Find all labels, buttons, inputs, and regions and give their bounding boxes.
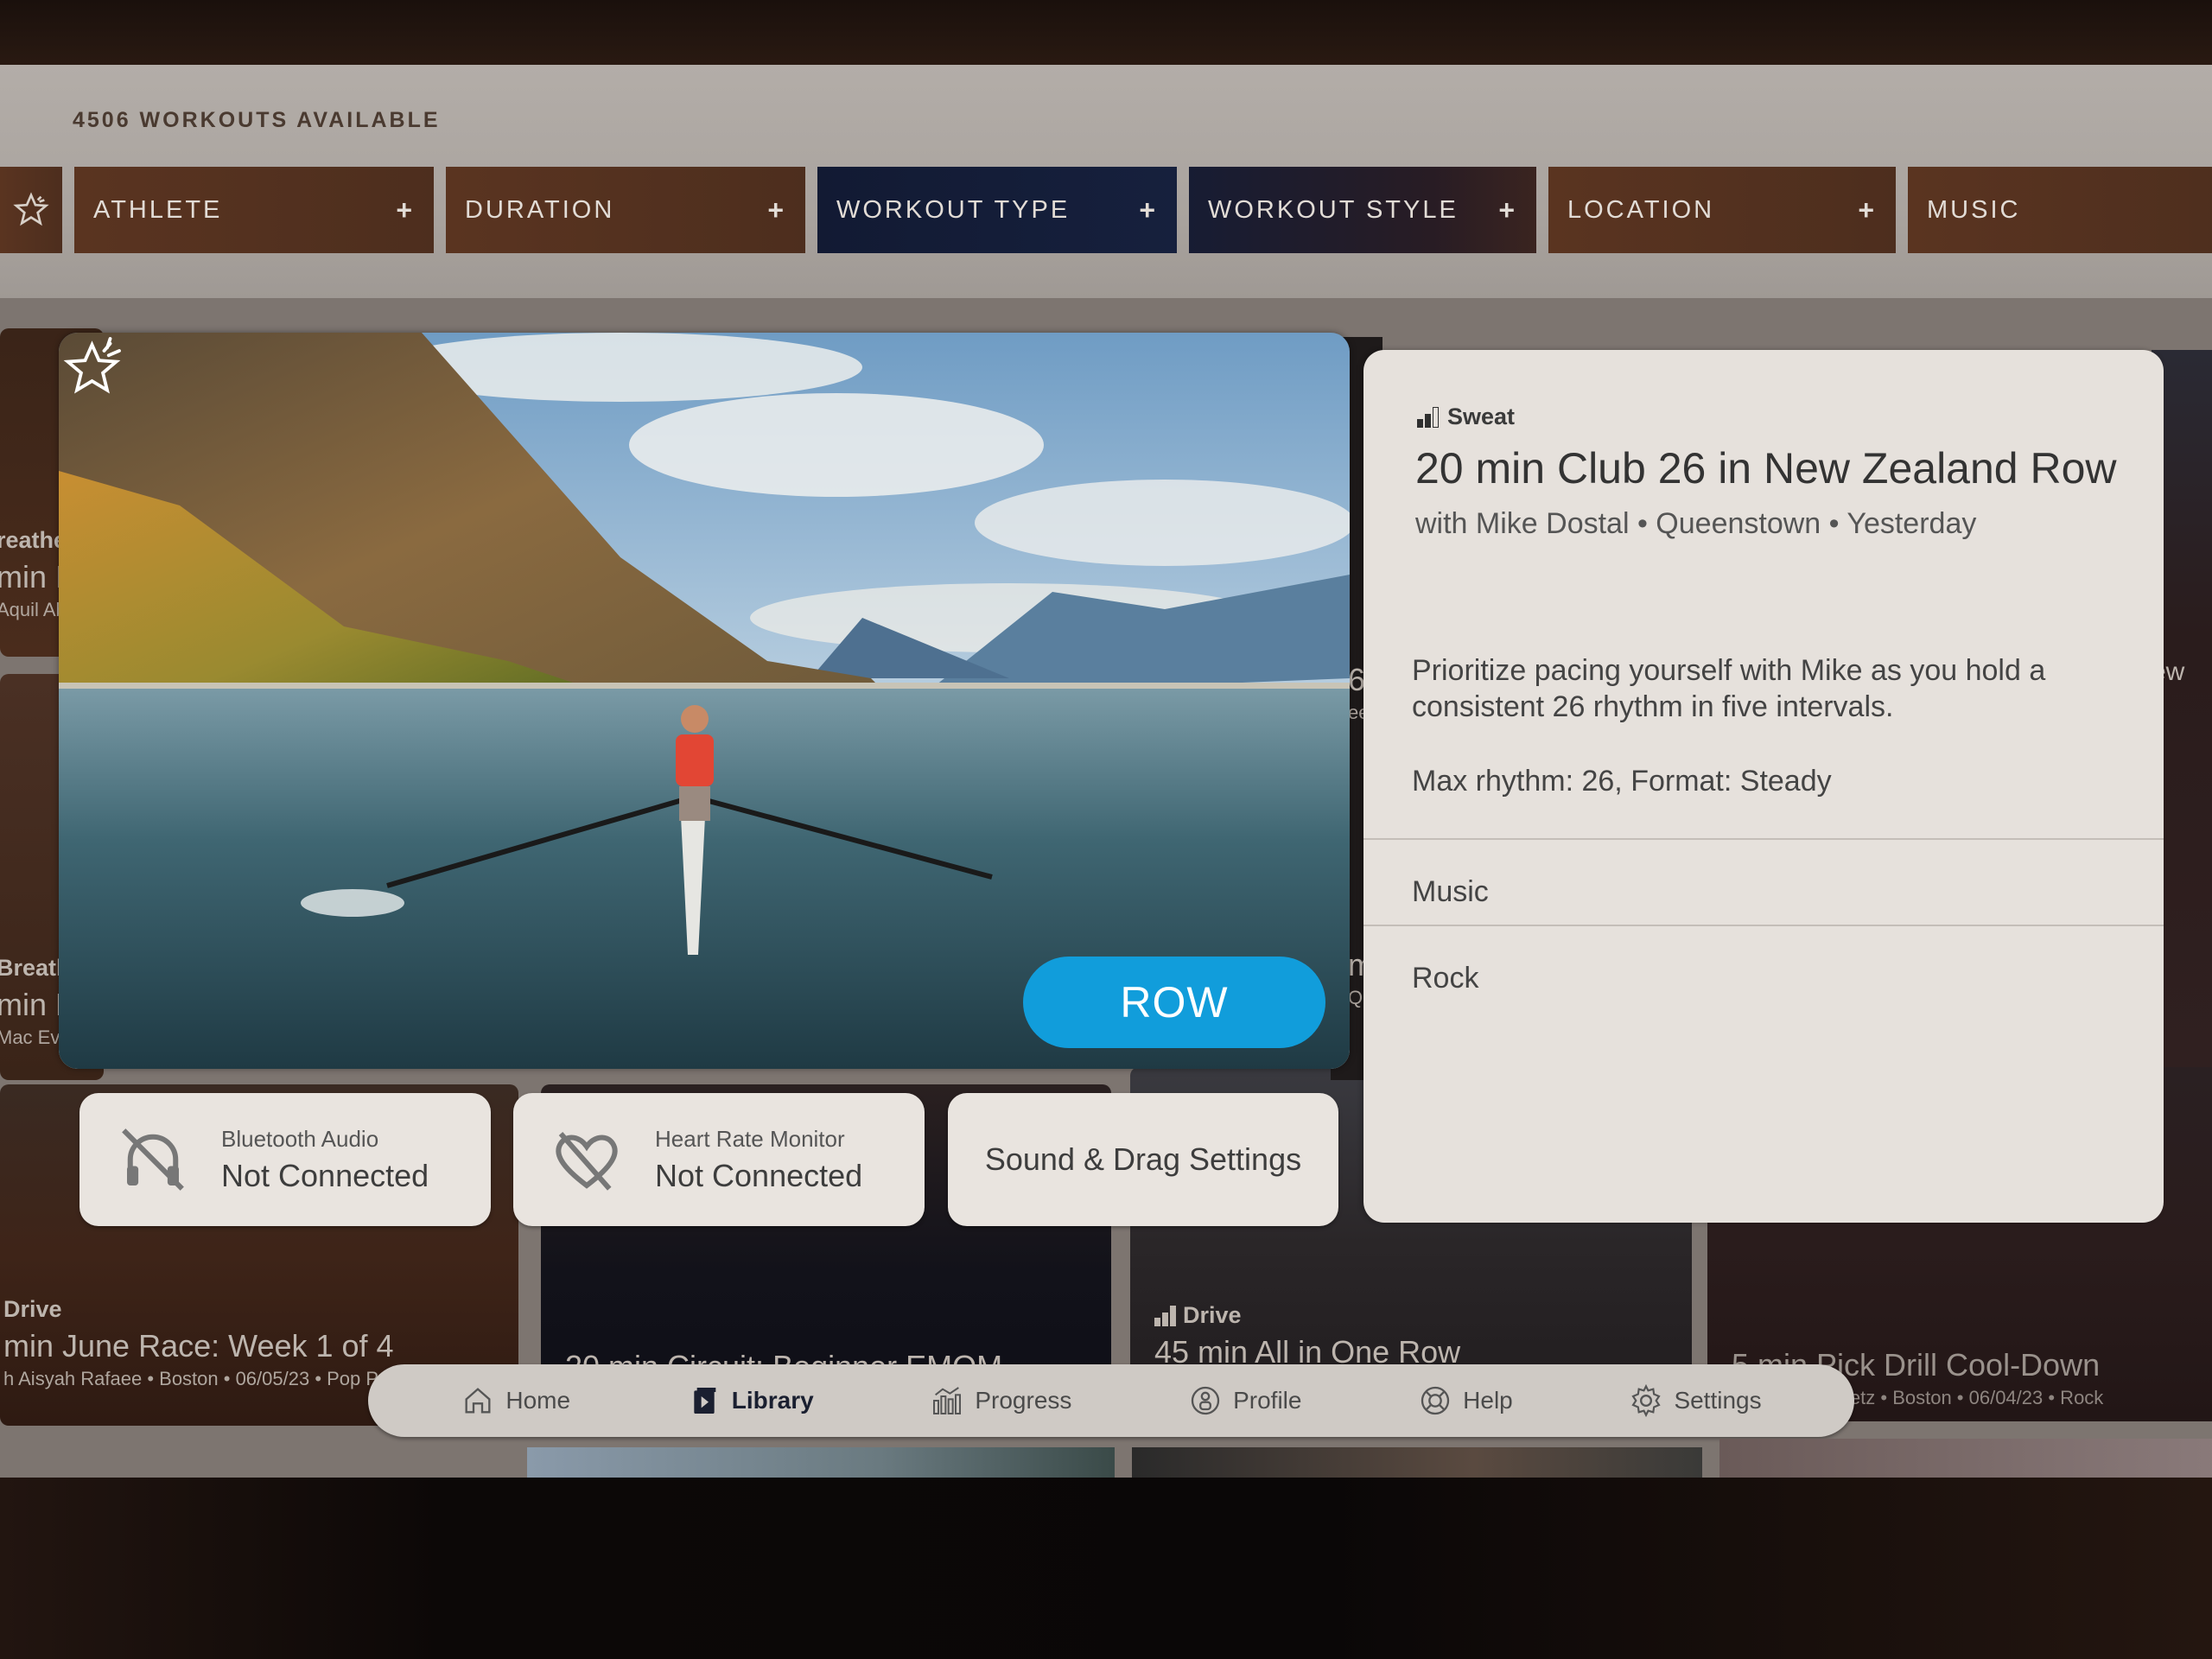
plus-icon: + bbox=[1139, 194, 1158, 226]
bluetooth-status: Not Connected bbox=[221, 1157, 429, 1193]
workout-meta: with Mike Dostal • Queenstown • Yesterda… bbox=[1415, 507, 1977, 540]
filter-label: MUSIC bbox=[1927, 195, 2021, 224]
plus-icon: + bbox=[396, 194, 415, 226]
music-heading: Music bbox=[1412, 875, 1489, 908]
nav-home[interactable]: Home bbox=[461, 1383, 570, 1418]
divider bbox=[1363, 838, 2164, 840]
filter-label: WORKOUT TYPE bbox=[836, 195, 1071, 224]
filter-duration[interactable]: DURATION + bbox=[446, 167, 805, 253]
heart-rate-monitor-button[interactable]: Heart Rate Monitor Not Connected bbox=[513, 1093, 925, 1226]
workout-specs: Max rhythm: 26, Format: Steady bbox=[1412, 765, 1832, 798]
row-start-button[interactable]: ROW bbox=[1023, 957, 1325, 1048]
screen: 4506 WORKOUTS AVAILABLE ATHLETE + DURATI… bbox=[0, 65, 2212, 1482]
tile-subtitle: Aquil Ab bbox=[0, 599, 67, 620]
workout-tile[interactable] bbox=[1132, 1447, 1702, 1482]
tile-title: min June Race: Week 1 of 4 bbox=[3, 1328, 394, 1363]
workout-tile[interactable] bbox=[527, 1447, 1115, 1482]
profile-icon bbox=[1191, 1386, 1220, 1415]
nav-label: Profile bbox=[1233, 1387, 1302, 1414]
heart-rate-label: Heart Rate Monitor bbox=[655, 1125, 845, 1152]
device-bezel-top bbox=[0, 0, 2212, 69]
category-label: Sweat bbox=[1447, 404, 1516, 429]
nav-label: Library bbox=[731, 1387, 814, 1414]
device-bezel-bottom bbox=[0, 1478, 2212, 1659]
tile-subtitle: h Aisyah Rafaee • Boston • 06/05/23 • Po… bbox=[3, 1368, 410, 1389]
filter-location[interactable]: LOCATION + bbox=[1548, 167, 1896, 253]
workout-category: Sweat bbox=[1417, 404, 1515, 430]
nav-settings[interactable]: Settings bbox=[1629, 1383, 1762, 1418]
divider bbox=[1363, 925, 2164, 926]
sound-drag-settings-button[interactable]: Sound & Drag Settings bbox=[948, 1093, 1338, 1226]
filter-athlete[interactable]: ATHLETE + bbox=[74, 167, 434, 253]
star-icon bbox=[13, 192, 49, 226]
nav-label: Settings bbox=[1674, 1387, 1762, 1414]
filter-music[interactable]: MUSIC bbox=[1908, 167, 2212, 253]
plus-icon: + bbox=[1858, 194, 1877, 226]
filter-bar: ATHLETE + DURATION + WORKOUT TYPE + WORK… bbox=[0, 167, 2212, 253]
nav-library[interactable]: Library bbox=[687, 1383, 814, 1418]
sound-drag-label: Sound & Drag Settings bbox=[984, 1141, 1302, 1177]
nav-label: Home bbox=[505, 1387, 571, 1414]
filter-label: LOCATION bbox=[1567, 195, 1715, 224]
intensity-bars-icon bbox=[1417, 406, 1439, 428]
heart-rate-status: Not Connected bbox=[655, 1157, 863, 1193]
home-icon bbox=[465, 1388, 491, 1414]
music-genre: Rock bbox=[1412, 962, 1479, 995]
tile-category: Drive bbox=[1154, 1302, 1592, 1329]
filter-label: ATHLETE bbox=[93, 195, 223, 224]
nav-profile[interactable]: Profile bbox=[1188, 1383, 1301, 1418]
settings-icon bbox=[1631, 1383, 1662, 1418]
plus-icon: + bbox=[767, 194, 786, 226]
plus-icon: + bbox=[1498, 194, 1517, 226]
nav-label: Help bbox=[1463, 1387, 1513, 1414]
intensity-bars-icon bbox=[1154, 1305, 1176, 1326]
bottom-navigation: Home Library Progress Profile Help Setti… bbox=[368, 1364, 1854, 1437]
workout-description: Prioritize pacing yourself with Mike as … bbox=[1412, 654, 2046, 723]
library-icon bbox=[694, 1388, 716, 1414]
tile-title: min I bbox=[0, 559, 65, 594]
tile-category: reathe bbox=[0, 527, 67, 553]
bluetooth-label: Bluetooth Audio bbox=[221, 1125, 379, 1152]
help-icon bbox=[1421, 1386, 1450, 1415]
filter-workout-style[interactable]: WORKOUT STYLE + bbox=[1189, 167, 1536, 253]
workout-detail-panel: Sweat 20 min Club 26 in New Zealand Row … bbox=[1363, 350, 2164, 1223]
filter-label: DURATION bbox=[465, 195, 615, 224]
workout-tile[interactable] bbox=[1719, 1439, 2212, 1482]
favorites-filter[interactable] bbox=[0, 167, 62, 253]
nav-label: Progress bbox=[975, 1387, 1072, 1414]
favorite-star-icon[interactable] bbox=[59, 333, 131, 405]
tile-category: Drive bbox=[3, 1296, 62, 1322]
progress-icon bbox=[933, 1387, 962, 1414]
filter-label: WORKOUT STYLE bbox=[1208, 195, 1459, 224]
workout-count: 4506 WORKOUTS AVAILABLE bbox=[73, 108, 441, 132]
nav-help[interactable]: Help bbox=[1418, 1383, 1513, 1418]
headphones-off-icon bbox=[122, 1128, 184, 1191]
bluetooth-audio-button[interactable]: Bluetooth Audio Not Connected bbox=[79, 1093, 491, 1226]
featured-workout-hero[interactable]: ROW bbox=[59, 333, 1350, 1069]
workout-title: 20 min Club 26 in New Zealand Row bbox=[1415, 444, 2117, 493]
filter-workout-type[interactable]: WORKOUT TYPE + bbox=[817, 167, 1177, 253]
heart-off-icon bbox=[556, 1132, 618, 1191]
library-header: 4506 WORKOUTS AVAILABLE ATHLETE + DURATI… bbox=[0, 65, 2212, 298]
nav-progress[interactable]: Progress bbox=[930, 1383, 1071, 1418]
